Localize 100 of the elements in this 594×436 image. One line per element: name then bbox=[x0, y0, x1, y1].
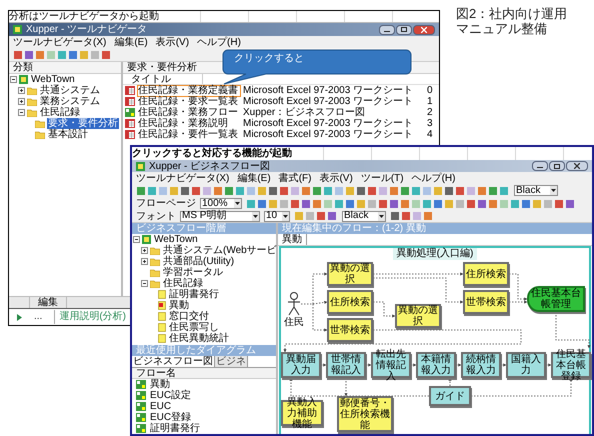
screen-node: 本籍情報入力 bbox=[416, 352, 456, 378]
color-select[interactable]: Black bbox=[514, 185, 558, 196]
recent-item[interactable]: EUC bbox=[150, 401, 172, 412]
toolbar-label: フォント bbox=[136, 210, 176, 222]
callout-text: クリックすると bbox=[234, 53, 304, 65]
file-number: 2 bbox=[427, 107, 433, 118]
bottom-tab[interactable]: 編集 bbox=[29, 297, 67, 308]
column-header[interactable]: タイトル bbox=[123, 74, 203, 84]
file-type: Microsoft Excel 97-2003 ワークシート bbox=[243, 129, 414, 140]
close-button[interactable] bbox=[566, 161, 588, 171]
tree-item[interactable]: 基本設計 bbox=[47, 129, 89, 140]
menu-item[interactable]: 編集(E) bbox=[114, 36, 148, 48]
tree-item[interactable]: 住民記録 bbox=[162, 278, 204, 289]
sheet-tab[interactable]: ... bbox=[30, 310, 46, 324]
task-node: 異動の選択 bbox=[395, 304, 441, 328]
collapse-toggle-icon[interactable] bbox=[10, 76, 17, 83]
tree-item[interactable]: 要求・要件分析 bbox=[47, 118, 119, 129]
tree-item[interactable]: 住民票写し bbox=[168, 322, 220, 333]
tree-item[interactable]: 共通部品(Utility) bbox=[162, 256, 236, 267]
menu-item[interactable]: ヘルプ(H) bbox=[197, 36, 241, 48]
task-node: 世帯検索 bbox=[463, 290, 509, 314]
tree-item[interactable]: 異動 bbox=[168, 300, 190, 311]
minimize-button[interactable] bbox=[532, 161, 548, 171]
tab[interactable]: ビジネ bbox=[215, 356, 248, 367]
toolbar-icons-drawing[interactable] bbox=[246, 198, 576, 208]
zoom-select[interactable]: 100% bbox=[200, 198, 242, 209]
database-node: 住民基本台帳管理 bbox=[527, 286, 585, 312]
toolbar-icons-drawing[interactable] bbox=[136, 186, 510, 196]
tree-item[interactable]: WebTown bbox=[153, 234, 199, 245]
recent-item[interactable]: 異動 bbox=[150, 379, 170, 390]
flow-chart-icon bbox=[136, 424, 146, 433]
menu-item[interactable]: 書式(F) bbox=[278, 172, 312, 184]
spreadsheet-icon bbox=[125, 86, 135, 95]
file-title[interactable]: 住民記録・要件一覧表 bbox=[137, 128, 241, 140]
recent-item[interactable]: EUC設定 bbox=[150, 390, 192, 401]
expand-toggle-icon[interactable] bbox=[141, 258, 148, 265]
maximize-button[interactable] bbox=[396, 24, 412, 34]
maximize-button[interactable] bbox=[549, 161, 565, 171]
tree-item[interactable]: 窓口交付 bbox=[168, 311, 210, 322]
panel-header: 分類 bbox=[13, 62, 33, 73]
task-node: 郵便番号・住所検索機能 bbox=[337, 396, 393, 432]
task-node: 住所検索 bbox=[327, 290, 373, 314]
file-title[interactable]: 住民記録・要求一覧表 bbox=[137, 96, 241, 108]
tree-item[interactable]: 業務システム bbox=[39, 96, 101, 107]
panel-header: ビジネスフロー階層 bbox=[136, 223, 226, 234]
tab[interactable]: ビジネスフロー図 bbox=[132, 356, 215, 367]
file-type: Xupper：ビジネスフロー図 bbox=[243, 107, 366, 118]
tree-item[interactable]: 共通システム bbox=[39, 85, 101, 96]
collapse-toggle-icon[interactable] bbox=[18, 109, 25, 116]
collapse-toggle-icon[interactable] bbox=[133, 236, 140, 243]
tree-item[interactable]: 住民異動統計 bbox=[168, 333, 230, 344]
tree-item[interactable]: 証明書発行 bbox=[168, 289, 220, 300]
screen-node: 国籍入力 bbox=[506, 352, 546, 378]
collapse-toggle-icon[interactable] bbox=[141, 280, 148, 287]
recent-item[interactable]: 証明書発行 bbox=[150, 423, 200, 434]
sheet-heading: クリックすると対応する機能が起動 bbox=[132, 148, 292, 160]
task-node: 異動の選択 bbox=[327, 262, 373, 286]
expand-toggle-icon[interactable] bbox=[141, 247, 148, 254]
editing-flow-header: 現在編集中のフロー：(1-2) 異動 bbox=[282, 223, 426, 234]
menu-item[interactable]: 編集(E) bbox=[237, 172, 271, 184]
tree-item[interactable]: 共通システム(Webサービ bbox=[162, 245, 278, 256]
menu-item[interactable]: 表示(V) bbox=[156, 36, 190, 48]
app-icon bbox=[19, 75, 28, 84]
minimize-button[interactable] bbox=[379, 24, 395, 34]
menu-item[interactable]: ヘルプ(H) bbox=[412, 172, 456, 184]
font-size-select[interactable]: 10 bbox=[264, 210, 290, 222]
figure-caption: 図2：社内向け運用 bbox=[456, 6, 568, 21]
close-icon bbox=[574, 163, 580, 169]
recent-item[interactable]: EUC登録 bbox=[150, 412, 192, 423]
panel-header: 要求・要件分析 bbox=[127, 62, 197, 73]
task-node: 住所検索 bbox=[463, 262, 509, 286]
expand-toggle-icon[interactable] bbox=[18, 98, 25, 105]
toolbar-icons-drawing[interactable] bbox=[390, 211, 434, 221]
close-button[interactable] bbox=[413, 24, 435, 34]
flow-chart-icon bbox=[136, 380, 146, 389]
file-title[interactable]: 住民記録・業務定義書 bbox=[137, 84, 241, 96]
window-title: Xupper - ツールナビゲータ bbox=[26, 24, 148, 36]
tree-item[interactable]: 学習ポータル bbox=[162, 267, 224, 278]
task-node: 世帯検索 bbox=[327, 318, 373, 342]
file-title[interactable]: 住民記録・業務説明 bbox=[137, 118, 241, 130]
color-select[interactable]: Black bbox=[342, 210, 386, 222]
screen-node: ガイド bbox=[429, 386, 471, 406]
expand-toggle-icon[interactable] bbox=[18, 87, 25, 94]
next-sheet-icon[interactable] bbox=[17, 314, 22, 320]
menu-item[interactable]: ツールナビゲータ(X) bbox=[13, 36, 106, 48]
menu-item[interactable]: ツールナビゲータ(X) bbox=[136, 172, 230, 184]
tree-item[interactable]: 住民記録 bbox=[39, 107, 81, 118]
menu-item[interactable]: 表示(V) bbox=[319, 172, 353, 184]
toolbar-icons-drawing[interactable] bbox=[294, 211, 338, 221]
tree-item[interactable]: WebTown bbox=[30, 74, 76, 85]
font-select[interactable]: MS P明朝 bbox=[180, 210, 260, 222]
select-value: MS P明朝 bbox=[181, 211, 228, 221]
toolbar-icons-drawing[interactable] bbox=[13, 50, 112, 60]
select-value: Black bbox=[343, 211, 370, 221]
menu-item[interactable]: ツール(T) bbox=[360, 172, 404, 184]
diagram-tab[interactable]: 異動 bbox=[278, 234, 307, 245]
file-title[interactable]: 住民記録・業務フロー bbox=[137, 106, 241, 118]
file-number: 0 bbox=[427, 85, 433, 96]
app-icon bbox=[136, 162, 145, 170]
file-type: Microsoft Excel 97-2003 ワークシート bbox=[243, 96, 414, 107]
